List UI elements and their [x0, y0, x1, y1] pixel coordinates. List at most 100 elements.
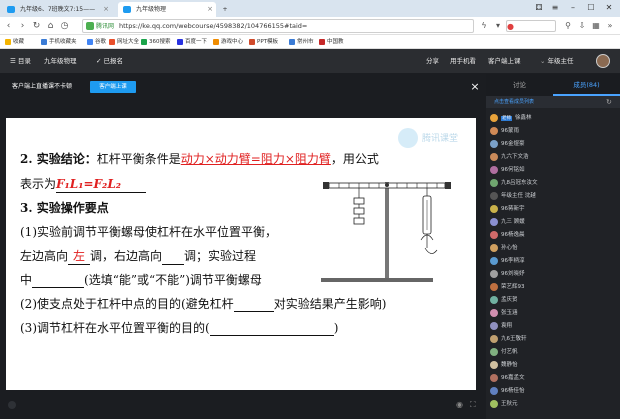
member-name: 张玉涵	[501, 307, 518, 319]
member-item[interactable]: 96何铭如	[490, 164, 616, 176]
bolt-icon[interactable]: ϟ	[478, 20, 490, 32]
member-item[interactable]: 袁翔	[490, 320, 616, 332]
member-item[interactable]: 付艺帆	[490, 346, 616, 358]
catalog-button[interactable]: ☰ 目录	[10, 49, 31, 73]
member-name-text: 张玉涵	[501, 310, 518, 316]
more-icon[interactable]: »	[604, 20, 616, 32]
bookmark-label: 百度一下	[185, 39, 208, 45]
member-item[interactable]: 九三 顾媛	[490, 216, 616, 228]
course-title: 九年级物理	[44, 57, 77, 65]
forward-icon[interactable]: ›	[16, 19, 29, 33]
bookmark-item[interactable]: 谷歌	[86, 35, 106, 49]
close-icon[interactable]: ×	[207, 2, 213, 17]
refresh-icon[interactable]: ↻	[606, 96, 612, 108]
dropdown-icon[interactable]: ▾	[492, 20, 504, 32]
member-item[interactable]: 96蒋新宇	[490, 203, 616, 215]
close-icon[interactable]: ×	[103, 2, 109, 17]
search-input[interactable]: ●	[506, 20, 556, 32]
member-item[interactable]: 96李柄淳	[490, 255, 616, 267]
member-item[interactable]: 96金煜豪	[490, 138, 616, 150]
history-icon[interactable]: ◷	[58, 19, 71, 33]
avatar	[490, 153, 498, 161]
enrolled-badge: ✓ 已报名	[96, 57, 124, 65]
member-name: 96李柄淳	[501, 255, 525, 267]
member-item[interactable]: 96刘晓妤	[490, 268, 616, 280]
avatar	[490, 270, 498, 278]
user-name: 年级主任	[547, 57, 574, 65]
member-selector[interactable]: 点击查看成员列表 ↻	[486, 96, 620, 108]
open-client-button[interactable]: 客户端上课	[90, 81, 136, 93]
member-item[interactable]: 九8吕冠东汝文	[490, 177, 616, 189]
fullscreen-icon[interactable]: ⛶	[470, 400, 480, 410]
bookmark-icon	[249, 39, 255, 45]
answer-text: 动力×动力臂=阻力×阻力臂	[180, 152, 331, 166]
bookmark-item[interactable]: PPT模板	[248, 35, 278, 49]
member-item[interactable]: 96嘉孟文	[490, 372, 616, 384]
volume-icon[interactable]: ◉	[456, 400, 466, 410]
bookmark-icon	[213, 39, 219, 45]
tab-discuss[interactable]: 讨论	[486, 74, 553, 96]
bookmark-item[interactable]: 网址大全	[108, 35, 139, 49]
close-window-icon[interactable]: ✕	[602, 1, 616, 15]
member-item[interactable]: 张玉涵	[490, 307, 616, 319]
maximize-icon[interactable]: ☐	[584, 1, 598, 15]
close-icon[interactable]: ×	[468, 77, 482, 97]
bookmark-label: 游戏中心	[221, 39, 244, 45]
member-item[interactable]: 王秋元	[490, 398, 616, 410]
member-name-text: 徐鑫林	[515, 115, 532, 121]
bookmark-label: 中国教	[327, 39, 344, 45]
member-name-text: 96刘晓妤	[501, 271, 525, 277]
grid-icon[interactable]: ▦	[590, 20, 602, 32]
avatar	[490, 218, 498, 226]
member-item[interactable]: 年级主任 沈越	[490, 190, 616, 202]
phone-view-button[interactable]: 用手机看	[450, 49, 476, 73]
back-icon[interactable]: ‹	[2, 19, 15, 33]
bookmark-item[interactable]: 360搜索	[140, 35, 171, 49]
formula-answer: F₁L₁=F₂L₂	[56, 176, 147, 193]
member-item[interactable]: 96杨佳怡	[490, 385, 616, 397]
bookmark-item[interactable]: 常州市	[288, 35, 314, 49]
bookmark-item[interactable]: 收藏	[4, 35, 24, 49]
extension-icon[interactable]: ⚲	[562, 20, 574, 32]
share-button[interactable]: 分享	[426, 49, 439, 73]
user-menu[interactable]: ⌄ 年级主任	[540, 49, 574, 73]
member-item[interactable]: 魏静怡	[490, 359, 616, 371]
bookmark-item[interactable]: 百度一下	[176, 35, 207, 49]
bookmark-item[interactable]: 游戏中心	[212, 35, 243, 49]
home-icon[interactable]: ⌂	[44, 19, 57, 33]
bookmark-label: 360搜索	[149, 39, 171, 45]
member-item[interactable]: 九6王敬轩	[490, 333, 616, 345]
minimize-icon[interactable]: –	[566, 1, 580, 15]
bookmark-item[interactable]: 中国教	[318, 35, 344, 49]
member-item[interactable]: 96杨逸晨	[490, 229, 616, 241]
browser-tab[interactable]: 九年级6、7班晚文7:15—— ×	[2, 2, 112, 17]
avatar	[490, 127, 498, 135]
avatar	[490, 387, 498, 395]
menu-icon[interactable]: ≡	[548, 1, 562, 15]
address-bar-row: ‹ › ↻ ⌂ ◷ 腾讯网 https://ke.qq.com/webcours…	[0, 17, 620, 35]
member-name-text: 王秋元	[501, 401, 518, 407]
bookmark-item[interactable]: 手机收藏夹	[40, 35, 77, 49]
member-name: 九8吕冠东汝文	[501, 177, 538, 189]
step-2: (2)使支点处于杠杆中点的目的(避免杠杆 对实验结果产生影响)	[20, 296, 386, 312]
new-tab-button[interactable]: +	[218, 2, 232, 17]
member-item[interactable]: 九六下文浩	[490, 151, 616, 163]
member-item[interactable]: 老师 徐鑫林	[490, 112, 616, 124]
member-item[interactable]: 孙心怡	[490, 242, 616, 254]
url-input[interactable]: 腾讯网 https://ke.qq.com/webcourse/4598382/…	[82, 19, 474, 33]
play-icon[interactable]	[8, 401, 16, 409]
browser-tab-active[interactable]: 九年级物理 ×	[118, 2, 216, 17]
bookmark-icon	[289, 39, 295, 45]
download-icon[interactable]: ⇩	[576, 20, 588, 32]
app-menu-icon[interactable]: ⚃	[532, 1, 546, 15]
refresh-icon[interactable]: ↻	[30, 19, 43, 33]
client-button[interactable]: 客户端上课	[488, 49, 521, 73]
member-item[interactable]: 孟庆贺	[490, 294, 616, 306]
member-name-text: 九三 顾媛	[501, 219, 525, 225]
member-item[interactable]: 荣艺辉93	[490, 281, 616, 293]
avatar[interactable]	[596, 54, 610, 68]
tab-members[interactable]: 成员(84)	[553, 74, 620, 96]
watermark-logo-icon	[398, 128, 418, 148]
answer-blank	[233, 300, 274, 312]
member-item[interactable]: 96蒙雨	[490, 125, 616, 137]
